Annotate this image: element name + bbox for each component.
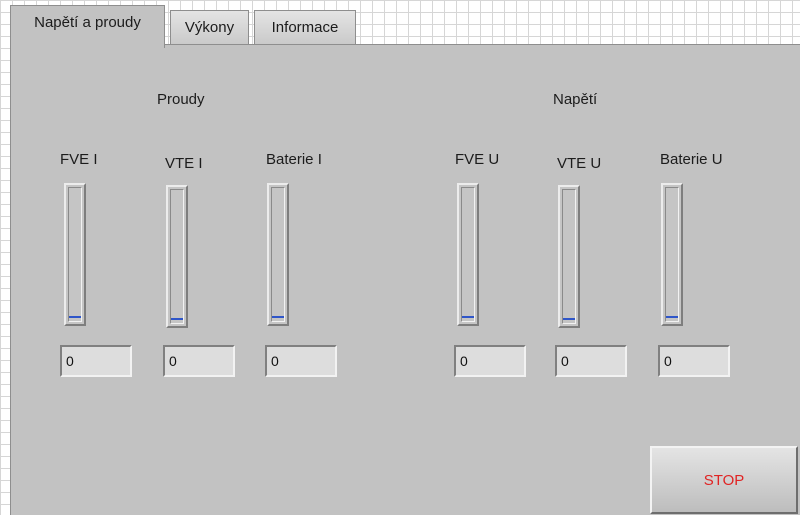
vte-i-value: 0 <box>163 345 235 377</box>
vte-i-label: VTE I <box>165 155 203 172</box>
fve-i-value: 0 <box>60 345 132 377</box>
fve-u-value: 0 <box>454 345 526 377</box>
vte-i-level-marker <box>171 318 183 320</box>
baterie-u-value: 0 <box>658 345 730 377</box>
vte-u-value: 0 <box>555 345 627 377</box>
vte-i-gauge <box>166 185 188 328</box>
fve-i-level-marker <box>69 316 81 318</box>
baterie-u-level-marker <box>666 316 678 318</box>
tab-panel: Proudy Napětí FVE I 0 VTE I 0 Baterie I … <box>10 44 800 515</box>
baterie-i-gauge <box>267 183 289 326</box>
vte-u-gauge <box>558 185 580 328</box>
baterie-u-label: Baterie U <box>660 151 723 168</box>
tab-vykony[interactable]: Výkony <box>170 10 249 45</box>
fve-u-gauge <box>457 183 479 326</box>
tab-informace[interactable]: Informace <box>254 10 356 45</box>
baterie-i-level-marker <box>272 316 284 318</box>
fve-u-level-marker <box>462 316 474 318</box>
baterie-i-value: 0 <box>265 345 337 377</box>
fve-i-gauge <box>64 183 86 326</box>
stop-button[interactable]: STOP <box>650 446 798 514</box>
tab-napeti-a-proudy[interactable]: Napětí a proudy <box>10 5 165 48</box>
baterie-i-label: Baterie I <box>266 151 322 168</box>
currents-group-title: Proudy <box>157 91 205 108</box>
vte-u-level-marker <box>563 318 575 320</box>
voltages-group-title: Napětí <box>553 91 598 108</box>
fve-u-label: FVE U <box>455 151 500 168</box>
baterie-u-gauge <box>661 183 683 326</box>
fve-i-label: FVE I <box>60 151 98 168</box>
vte-u-label: VTE U <box>557 155 602 172</box>
